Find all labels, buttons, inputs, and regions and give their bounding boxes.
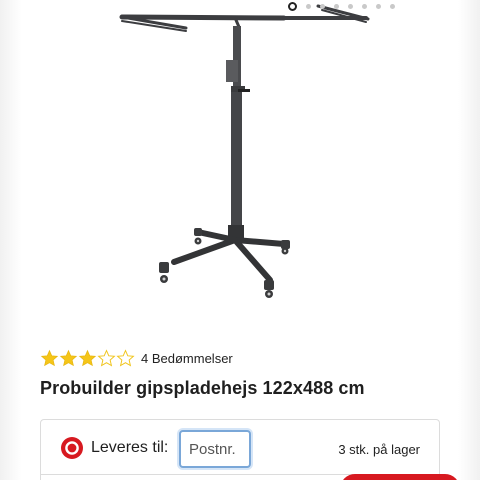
star-filled-icon (40, 349, 59, 367)
carousel-dot[interactable] (320, 4, 325, 9)
add-to-cart-button[interactable] (340, 474, 460, 480)
carousel-dot[interactable] (306, 4, 311, 9)
delivery-label: Leveres til: (91, 439, 169, 456)
star-filled-icon (78, 349, 97, 367)
carousel-pagination (288, 2, 395, 11)
product-page: 4 Bedømmelser Probuilder gipspladehejs 1… (0, 0, 480, 480)
star-filled-icon (59, 349, 78, 367)
stock-status: 3 stk. på lager (338, 442, 420, 457)
carousel-dot-active[interactable] (288, 2, 297, 11)
star-empty-icon (97, 349, 116, 367)
product-rating[interactable]: 4 Bedømmelser (40, 349, 233, 368)
carousel-dot[interactable] (362, 4, 367, 9)
product-title: Probuilder gipspladehejs 122x488 cm (40, 378, 365, 398)
carousel-dot[interactable] (348, 4, 353, 9)
product-image (119, 4, 370, 298)
carousel-dot[interactable] (390, 4, 395, 9)
star-empty-icon (116, 349, 135, 367)
carousel-dot[interactable] (334, 4, 339, 9)
rating-stars (40, 349, 135, 368)
delivery-box: Leveres til: 3 stk. på lager (40, 419, 440, 480)
right-gutter (458, 0, 480, 480)
rating-count-link[interactable]: 4 Bedømmelser (141, 351, 233, 366)
location-target-icon (61, 437, 83, 459)
postnr-input[interactable] (179, 430, 251, 468)
left-gutter (0, 0, 22, 480)
carousel-dot[interactable] (376, 4, 381, 9)
product-image-carousel[interactable] (22, 0, 458, 340)
